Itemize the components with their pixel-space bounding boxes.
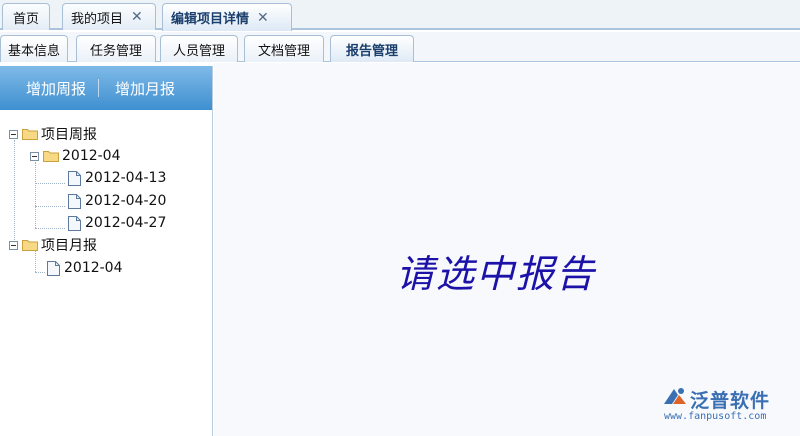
tree-node-weekly-report[interactable]: 2012-04-13 xyxy=(68,168,166,188)
tree-node-label: 项目周报 xyxy=(41,127,97,143)
tab-task-management-label: 任务管理 xyxy=(89,43,142,59)
report-content-area: 请选中报告 泛普软件 www.fanpusoft.com xyxy=(214,63,800,436)
tab-home-label: 首页 xyxy=(12,11,39,27)
tab-basic-info[interactable]: 基本信息 xyxy=(0,35,68,62)
tree-node-weekly-month[interactable]: 2012-04 xyxy=(30,146,121,166)
sub-tab-bar: 基本信息 任务管理 人员管理 文档管理 报告管理 xyxy=(0,32,800,62)
folder-icon xyxy=(22,128,38,140)
folder-icon xyxy=(22,239,38,251)
top-tab-bar: 首页 我的项目 ✕ 编辑项目详情 ✕ xyxy=(0,0,800,31)
tab-basic-info-label: 基本信息 xyxy=(7,43,60,59)
brand-url: www.fanpusoft.com xyxy=(664,411,767,422)
tree-node-weekly-report[interactable]: 2012-04-20 xyxy=(68,191,166,211)
document-icon xyxy=(68,193,81,209)
tab-document-management[interactable]: 文档管理 xyxy=(244,35,324,62)
close-icon[interactable]: ✕ xyxy=(131,9,143,25)
tab-staff-management[interactable]: 人员管理 xyxy=(160,35,238,62)
tree-guide-line xyxy=(35,228,65,229)
tab-edit-project-details-label: 编辑项目详情 xyxy=(171,12,250,27)
add-weekly-report-button[interactable]: 增加周报 xyxy=(26,78,86,99)
close-icon[interactable]: ✕ xyxy=(257,10,269,26)
toolbar-divider xyxy=(98,79,100,97)
add-monthly-report-button[interactable]: 增加月报 xyxy=(115,78,175,99)
tab-report-management[interactable]: 报告管理 xyxy=(330,35,414,62)
tree-node-label: 2012-04-13 xyxy=(85,170,167,186)
tab-report-management-label: 报告管理 xyxy=(345,43,398,59)
report-tree-panel: 增加周报 增加月报 项目周报 2012-04 2012-04-13 2012-0… xyxy=(0,66,213,436)
tree-guide-line xyxy=(14,140,15,244)
tree-node-label: 2012-04-27 xyxy=(85,215,167,231)
tree-node-monthly-root[interactable]: 项目月报 xyxy=(9,235,97,255)
document-icon xyxy=(47,260,60,276)
tab-edit-project-details[interactable]: 编辑项目详情 ✕ xyxy=(162,3,292,31)
brand-name: 泛普软件 xyxy=(690,390,771,412)
tab-home[interactable]: 首页 xyxy=(2,3,50,30)
collapse-toggle-icon[interactable] xyxy=(30,151,39,161)
tab-my-projects-label: 我的项目 xyxy=(71,11,124,27)
folder-icon xyxy=(43,150,59,162)
tree-node-label: 2012-04 xyxy=(62,148,121,164)
select-report-prompt: 请选中报告 xyxy=(396,252,597,296)
tree-node-label: 2012-04-20 xyxy=(85,193,167,209)
tab-task-management[interactable]: 任务管理 xyxy=(76,35,156,62)
tab-staff-management-label: 人员管理 xyxy=(172,43,225,59)
tree-guide-line xyxy=(35,206,65,207)
brand-watermark: 泛普软件 www.fanpusoft.com xyxy=(660,384,790,428)
tree-node-label: 2012-04 xyxy=(64,260,123,276)
tree-node-label: 项目月报 xyxy=(41,238,97,254)
report-toolbar: 增加周报 增加月报 xyxy=(0,66,212,110)
document-icon xyxy=(68,170,81,186)
report-tree: 项目周报 2012-04 2012-04-13 2012-04-20 2012-… xyxy=(0,110,212,436)
tree-guide-line xyxy=(35,183,65,184)
collapse-toggle-icon[interactable] xyxy=(9,129,18,139)
tree-node-weekly-root[interactable]: 项目周报 xyxy=(9,124,97,144)
tree-guide-line xyxy=(35,272,45,273)
tree-node-monthly-report[interactable]: 2012-04 xyxy=(47,258,123,278)
tree-node-weekly-report[interactable]: 2012-04-27 xyxy=(68,213,166,233)
collapse-toggle-icon[interactable] xyxy=(9,240,18,250)
tree-guide-line xyxy=(35,162,36,228)
brand-logo-icon xyxy=(662,386,688,408)
document-icon xyxy=(68,215,81,231)
tab-my-projects[interactable]: 我的项目 ✕ xyxy=(62,3,156,30)
tab-document-management-label: 文档管理 xyxy=(257,43,310,59)
